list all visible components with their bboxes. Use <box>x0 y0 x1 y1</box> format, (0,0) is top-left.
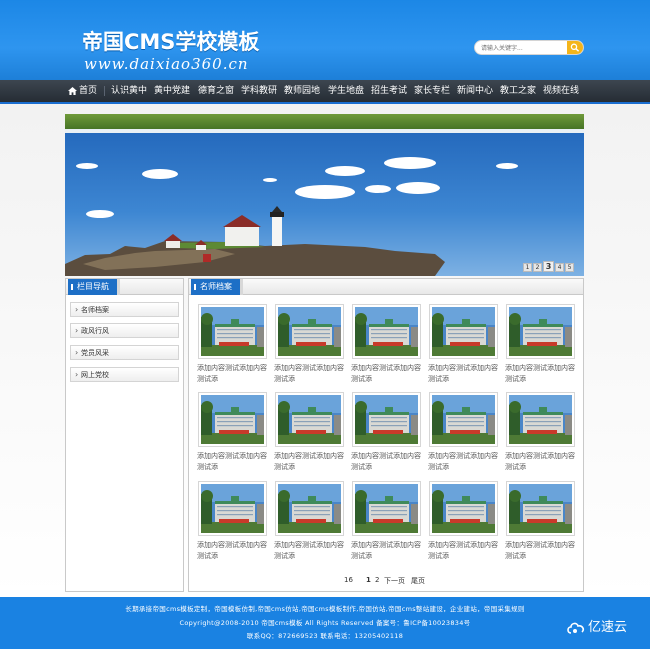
home-icon <box>68 86 77 95</box>
nav-item[interactable]: 视频在线 <box>543 80 579 102</box>
teacher-photo <box>509 307 572 356</box>
footer-copyright: Copyright@2008-2010 帝国cms模板 All Rights R… <box>179 619 471 627</box>
banner-image <box>65 114 584 276</box>
site-footer: 长期承接帝国cms模板定制，帝国模板仿制,帝国cms仿站,帝国cms模板制作,帝… <box>0 597 650 649</box>
sidebar-item[interactable]: 政风行风 <box>70 323 179 338</box>
sidebar-panel: 栏目导航 名师档案 政风行风 党员风采 网上党校 <box>65 278 184 592</box>
nav-item[interactable]: 德育之窗 <box>198 80 234 102</box>
nav-item[interactable]: 学生地盘 <box>328 80 364 102</box>
footer-contact: 联系QQ：872669523 联系电话：13205402118 <box>246 632 404 640</box>
teacher-caption[interactable]: 添加内容测试添加内容测试添 <box>351 363 425 385</box>
footer-services: 长期承接帝国cms模板定制，帝国模板仿制,帝国cms仿站,帝国cms模板制作,帝… <box>125 605 525 613</box>
nav-item[interactable]: 学科教研 <box>241 80 277 102</box>
cloud-icon <box>567 622 585 634</box>
slide-dot[interactable]: 1 <box>523 263 532 272</box>
teacher-thumbnail[interactable] <box>352 481 421 536</box>
teacher-photo <box>432 307 495 356</box>
nav-item[interactable]: 新闻中心 <box>457 80 493 102</box>
sidebar-item[interactable]: 网上党校 <box>70 367 179 382</box>
teacher-photo <box>278 307 341 356</box>
site-header: 帝国CMS学校模板 www.daixiao360.cn <box>0 0 650 80</box>
nav-item[interactable]: 教工之家 <box>500 80 536 102</box>
teacher-thumbnail[interactable] <box>506 304 575 359</box>
teacher-thumbnail[interactable] <box>275 481 344 536</box>
teacher-thumbnail[interactable] <box>429 481 498 536</box>
teacher-photo <box>355 307 418 356</box>
search-input[interactable] <box>481 43 565 53</box>
slide-dot[interactable]: 2 <box>533 263 542 272</box>
teacher-caption[interactable]: 添加内容测试添加内容测试添 <box>197 363 271 385</box>
nav-label: 首页 <box>79 86 98 96</box>
teacher-caption[interactable]: 添加内容测试添加内容测试添 <box>197 451 271 473</box>
teacher-thumbnail[interactable] <box>275 304 344 359</box>
teacher-photo <box>201 484 264 533</box>
pager-page-current[interactable]: 1 <box>366 576 371 584</box>
pager-page[interactable]: 2 <box>375 576 379 584</box>
pager-total: 16 <box>344 576 353 584</box>
slide-dot[interactable]: 5 <box>565 263 574 272</box>
teacher-photo <box>432 395 495 444</box>
sidebar-item[interactable]: 名师档案 <box>70 302 179 317</box>
teacher-thumbnail[interactable] <box>275 392 344 447</box>
nav-item[interactable]: 认识黄中 <box>111 80 147 102</box>
slide-dot[interactable]: 4 <box>555 263 564 272</box>
teacher-thumbnail[interactable] <box>352 392 421 447</box>
teacher-photo <box>509 395 572 444</box>
banner-slideshow[interactable]: 12345 <box>65 114 584 276</box>
slide-dot-active[interactable]: 3 <box>543 261 554 272</box>
teacher-caption[interactable]: 添加内容测试添加内容测试添 <box>197 540 271 562</box>
teacher-photo <box>355 395 418 444</box>
search-box <box>474 40 584 55</box>
site-url: www.daixiao360.cn <box>84 55 249 73</box>
teacher-thumbnail[interactable] <box>198 481 267 536</box>
nav-item[interactable]: 教师园地 <box>284 80 320 102</box>
teacher-photo <box>278 395 341 444</box>
teacher-caption[interactable]: 添加内容测试添加内容测试添 <box>428 451 502 473</box>
teacher-photo <box>509 484 572 533</box>
teacher-caption[interactable]: 添加内容测试添加内容测试添 <box>274 451 348 473</box>
sidebar-item[interactable]: 党员风采 <box>70 345 179 360</box>
nav-item-home[interactable]: 首页 <box>68 80 97 102</box>
teacher-caption[interactable]: 添加内容测试添加内容测试添 <box>351 451 425 473</box>
teacher-caption[interactable]: 添加内容测试添加内容测试添 <box>274 363 348 385</box>
nav-item[interactable]: 黄中党建 <box>154 80 190 102</box>
nav-divider <box>104 86 105 96</box>
teacher-caption[interactable]: 添加内容测试添加内容测试添 <box>505 451 579 473</box>
teacher-caption[interactable]: 添加内容测试添加内容测试添 <box>428 540 502 562</box>
teacher-photo <box>278 484 341 533</box>
teacher-caption[interactable]: 添加内容测试添加内容测试添 <box>505 540 579 562</box>
teacher-photo <box>355 484 418 533</box>
teacher-photo <box>201 395 264 444</box>
teacher-thumbnail[interactable] <box>352 304 421 359</box>
teacher-thumbnail[interactable] <box>429 392 498 447</box>
teacher-photo <box>432 484 495 533</box>
teacher-caption[interactable]: 添加内容测试添加内容测试添 <box>505 363 579 385</box>
main-nav: 首页 认识黄中 黄中党建 德育之窗 学科教研 教师园地 学生地盘 招生考试 家长… <box>0 80 650 104</box>
main-header: 名师档案 <box>189 279 583 295</box>
watermark-text: 亿速云 <box>588 620 628 635</box>
site-title: 帝国CMS学校模板 <box>82 30 260 54</box>
pager-next[interactable]: 下一页 <box>384 576 405 586</box>
teacher-thumbnail[interactable] <box>198 304 267 359</box>
nav-item[interactable]: 招生考试 <box>371 80 407 102</box>
nav-item[interactable]: 家长专栏 <box>414 80 450 102</box>
teacher-thumbnail[interactable] <box>198 392 267 447</box>
sidebar-title: 栏目导航 <box>68 279 120 295</box>
teacher-caption[interactable]: 添加内容测试添加内容测试添 <box>428 363 502 385</box>
teacher-caption[interactable]: 添加内容测试添加内容测试添 <box>351 540 425 562</box>
sidebar-header: 栏目导航 <box>66 279 183 295</box>
teacher-thumbnail[interactable] <box>506 481 575 536</box>
teacher-caption[interactable]: 添加内容测试添加内容测试添 <box>274 540 348 562</box>
search-icon <box>570 43 580 52</box>
pager-last[interactable]: 尾页 <box>411 576 425 586</box>
main-title: 名师档案 <box>191 279 243 295</box>
teacher-photo <box>201 307 264 356</box>
search-button[interactable] <box>567 41 583 54</box>
slide-pager: 12345 <box>522 261 574 272</box>
teacher-thumbnail[interactable] <box>506 392 575 447</box>
teacher-thumbnail[interactable] <box>429 304 498 359</box>
